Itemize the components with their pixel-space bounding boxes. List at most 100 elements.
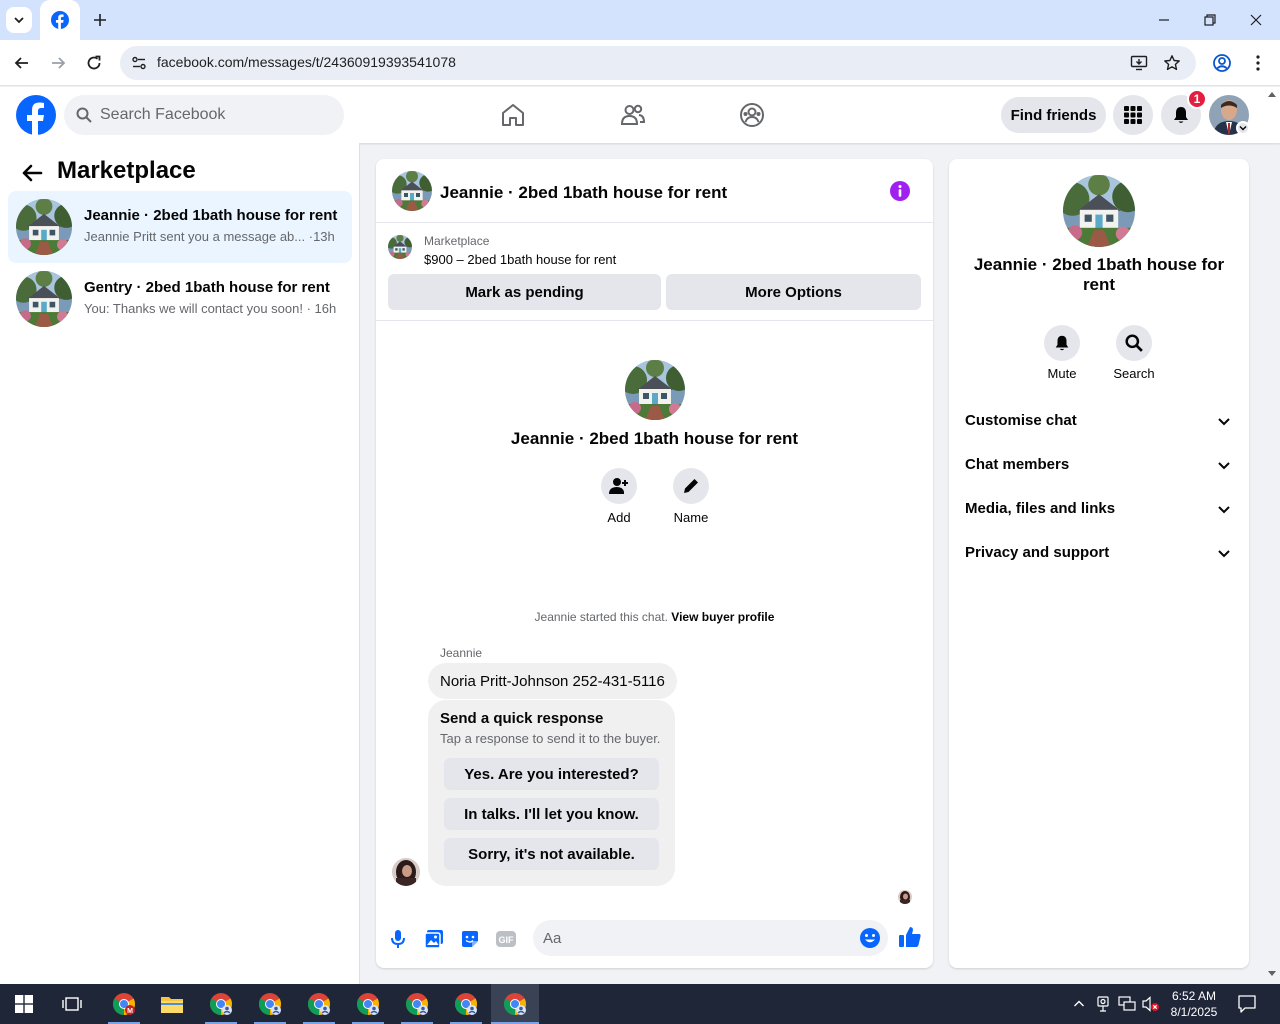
edit-name-button[interactable]: Name [661, 468, 721, 525]
section-chat-members[interactable]: Chat members [957, 445, 1241, 485]
taskbar-chrome-profile[interactable] [442, 984, 490, 1024]
intro-avatar [625, 360, 685, 420]
find-friends-button[interactable]: Find friends [1001, 97, 1106, 133]
reload-icon [87, 55, 101, 70]
restore-button[interactable] [1187, 6, 1233, 34]
tray-meet-now[interactable] [1093, 994, 1113, 1014]
sender-avatar[interactable] [392, 858, 420, 886]
sticker-button[interactable] [458, 927, 482, 951]
minimize-button[interactable] [1141, 6, 1187, 34]
forward-button[interactable] [44, 49, 72, 77]
new-tab-button[interactable] [88, 8, 112, 32]
emoji-icon[interactable] [859, 927, 881, 949]
arrow-right-icon [52, 57, 66, 69]
section-media-files-links[interactable]: Media, files and links [957, 489, 1241, 529]
conversation-avatar [16, 199, 72, 255]
search-input[interactable] [100, 95, 330, 135]
conversation-item[interactable]: Gentry · 2bed 1bath house for rent You: … [8, 263, 352, 335]
quick-response-option[interactable]: In talks. I'll let you know. [444, 798, 659, 830]
tray-network[interactable] [1117, 994, 1137, 1014]
install-app-icon[interactable] [1128, 52, 1150, 74]
close-window-button[interactable] [1233, 6, 1279, 34]
taskbar-chrome-profile[interactable] [295, 984, 343, 1024]
search-icon [76, 107, 92, 123]
browser-menu-button[interactable] [1244, 49, 1272, 77]
scroll-down-arrow-icon[interactable] [1267, 970, 1277, 978]
back-arrow-button[interactable] [20, 161, 44, 185]
start-button[interactable] [0, 984, 48, 1024]
gif-button[interactable]: GIF [494, 927, 518, 951]
message-composer[interactable] [533, 920, 888, 956]
marketplace-listing-bar: Marketplace $900 – 2bed 1bath house for … [376, 223, 933, 321]
section-label: Customise chat [965, 412, 1077, 429]
chat-details-panel: Jeannie · 2bed 1bath house for rent Mute… [949, 159, 1249, 968]
section-privacy-support[interactable]: Privacy and support [957, 533, 1241, 573]
message-bubble[interactable]: Noria Pritt-Johnson 252-431-5116 [428, 663, 677, 699]
reload-button[interactable] [80, 49, 108, 77]
add-people-button[interactable]: Add [589, 468, 649, 525]
chat-title[interactable]: Jeannie · 2bed 1bath house for rent [440, 183, 727, 203]
info-button[interactable] [890, 181, 910, 201]
name-label: Name [673, 510, 709, 525]
tab-search-dropdown[interactable] [6, 7, 32, 33]
site-settings-icon[interactable] [128, 52, 150, 74]
taskbar-chrome-profile[interactable] [344, 984, 392, 1024]
more-options-button[interactable]: More Options [666, 274, 921, 310]
attach-photo-button[interactable] [422, 927, 446, 951]
search-in-chat-button[interactable]: Search [1104, 325, 1164, 381]
more-vertical-icon [1256, 55, 1260, 71]
chrome-icon [406, 993, 428, 1015]
intro-title: Jeannie · 2bed 1bath house for rent [510, 429, 799, 448]
clock-time: 6:52 AM [1171, 989, 1217, 1003]
back-button[interactable] [8, 49, 36, 77]
chat-avatar[interactable] [392, 171, 432, 211]
quick-response-option[interactable]: Sorry, it's not available. [444, 838, 659, 870]
quick-response-option[interactable]: Yes. Are you interested? [444, 758, 659, 790]
mute-button[interactable]: Mute [1032, 325, 1092, 381]
address-bar[interactable]: facebook.com/messages/t/2436091939354107… [120, 46, 1196, 80]
taskbar-file-explorer[interactable] [148, 984, 196, 1024]
nav-groups[interactable] [734, 97, 770, 133]
account-caret[interactable] [1236, 121, 1250, 135]
tray-overflow-button[interactable] [1069, 994, 1089, 1014]
browser-profile-button[interactable] [1208, 49, 1236, 77]
url-text[interactable]: facebook.com/messages/t/2436091939354107… [157, 54, 456, 70]
facebook-logo-icon[interactable] [16, 95, 56, 135]
facebook-favicon-icon [51, 11, 69, 29]
taskbar-chrome-gmail[interactable]: M [100, 984, 148, 1024]
nav-home[interactable] [495, 97, 531, 133]
section-label: Privacy and support [965, 544, 1110, 561]
view-buyer-profile-link[interactable]: View buyer profile [671, 610, 774, 624]
browser-tab-facebook[interactable] [40, 0, 80, 40]
friends-icon [620, 104, 646, 125]
scroll-up-arrow-icon[interactable] [1267, 90, 1277, 98]
notification-center-icon [1238, 995, 1256, 1013]
profile-icon [1213, 54, 1231, 72]
thumbs-up-icon[interactable] [898, 925, 922, 949]
taskbar-chrome-active[interactable] [491, 984, 539, 1024]
quick-response-subtitle: Tap a response to send it to the buyer. [440, 731, 661, 746]
menu-button[interactable] [1113, 95, 1153, 135]
conversation-avatar [16, 271, 72, 327]
home-icon [502, 104, 524, 126]
search-icon [1125, 334, 1143, 352]
section-customise-chat[interactable]: Customise chat [957, 401, 1241, 441]
taskbar-chrome-profile[interactable] [246, 984, 294, 1024]
task-view-button[interactable] [48, 984, 96, 1024]
taskbar-chrome-profile[interactable] [197, 984, 245, 1024]
search-label: Search [1113, 366, 1155, 381]
system-clock[interactable]: 6:52 AM 8/1/2025 [1158, 988, 1230, 1020]
listing-price-title[interactable]: $900 – 2bed 1bath house for rent [424, 252, 616, 267]
bookmark-star-icon[interactable] [1161, 52, 1183, 74]
listing-thumbnail[interactable] [388, 235, 412, 259]
mark-as-pending-button[interactable]: Mark as pending [388, 274, 661, 310]
voice-clip-button[interactable] [386, 927, 410, 951]
message-input[interactable] [543, 920, 843, 956]
action-center-button[interactable] [1237, 994, 1257, 1014]
marketplace-label: Marketplace [424, 234, 490, 248]
taskbar-chrome-profile[interactable] [393, 984, 441, 1024]
nav-friends[interactable] [615, 97, 651, 133]
conversation-item[interactable]: Jeannie · 2bed 1bath house for rent Jean… [8, 191, 352, 263]
network-icon [1118, 996, 1136, 1011]
facebook-search[interactable] [64, 95, 344, 135]
